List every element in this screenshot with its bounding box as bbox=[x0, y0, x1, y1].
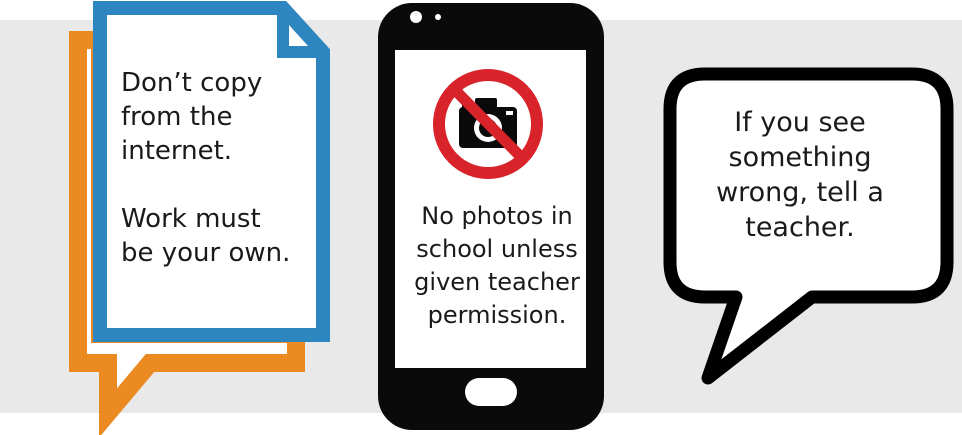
document-line: Work must bbox=[121, 204, 261, 234]
document-line: be your own. bbox=[121, 238, 291, 268]
document-line: from the bbox=[121, 102, 233, 132]
document-line: internet. bbox=[121, 136, 233, 166]
phone-card-text: No photos in school unless given teacher… bbox=[392, 200, 602, 332]
bubble-line: teacher. bbox=[745, 212, 855, 243]
phone-line: school unless bbox=[416, 235, 578, 263]
bubble-line: If you see bbox=[734, 107, 866, 138]
no-photos-sign bbox=[433, 69, 543, 179]
phone-line: No photos in bbox=[421, 202, 573, 230]
phone-sensor-dot bbox=[435, 14, 441, 20]
phone-line: permission. bbox=[427, 301, 567, 329]
phone-line: given teacher bbox=[414, 268, 580, 296]
bubble-line: wrong, tell a bbox=[716, 177, 884, 208]
phone-home-button bbox=[465, 378, 517, 406]
bubble-line: something bbox=[728, 142, 872, 173]
phone-camera-dot bbox=[410, 11, 422, 23]
document-card-text: Don’t copy from the internet. Work must … bbox=[121, 66, 311, 270]
document-line: Don’t copy bbox=[121, 68, 263, 98]
speech-bubble-text: If you see something wrong, tell a teach… bbox=[680, 105, 920, 245]
